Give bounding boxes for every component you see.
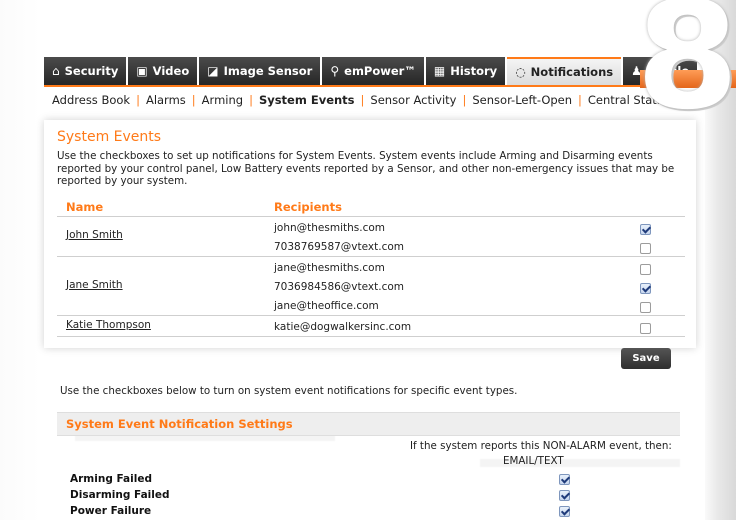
event-label: Arming Failed [70, 473, 152, 485]
tab-image-sensor[interactable]: ◪ Image Sensor [199, 57, 321, 85]
contact-name[interactable]: John Smith [66, 229, 123, 241]
recipient-address: 7036984586@vtext.com [274, 281, 405, 293]
recipient-address: katie@dogwalkersinc.com [274, 321, 412, 333]
recipient-checkbox[interactable] [640, 224, 651, 235]
recipient-address: jane@thesmiths.com [274, 262, 385, 274]
recipient-address: jane@theoffice.com [274, 300, 379, 312]
sub-navigation: Address Book | Alarms | Arming | System Events… [52, 93, 674, 107]
subnav-item-alarms[interactable]: Alarms [146, 93, 186, 107]
tab-label: Image Sensor [223, 64, 313, 78]
recipient-address: 7038769587@vtext.com [274, 241, 405, 253]
event-label: Disarming Failed [70, 489, 170, 501]
subnav-item-arming[interactable]: Arming [202, 93, 243, 107]
tab-label: emPower™ [344, 64, 416, 78]
event-label: Power Failure [70, 505, 152, 517]
tab-icon: ◌ [515, 65, 526, 79]
tab-bar-underline [44, 85, 694, 87]
recipient-checkbox[interactable] [640, 302, 651, 313]
event-email-checkbox[interactable] [559, 490, 570, 501]
badge-number: 8 [640, 0, 736, 140]
tab-label: History [450, 64, 498, 78]
settings-condition-text: If the system reports this NON-ALARM eve… [410, 440, 672, 452]
panel-title: System Events [57, 129, 162, 145]
subnav-item-address-book[interactable]: Address Book [52, 93, 130, 107]
table-row-divider [57, 216, 685, 217]
contact-name[interactable]: Jane Smith [66, 279, 123, 291]
settings-column-email-text: EMAIL/TEXT [503, 455, 564, 467]
tab-icon: ◪ [207, 64, 219, 78]
recipient-checkbox[interactable] [640, 283, 651, 294]
recipient-checkbox[interactable] [640, 264, 651, 275]
subnav-item-system-events[interactable]: System Events [259, 93, 355, 107]
subnav-separator: | [191, 93, 196, 107]
column-header-recipients: Recipients [274, 200, 342, 214]
subnav-separator: | [136, 93, 140, 107]
table-row-divider [57, 315, 685, 316]
tab-empower[interactable]: ⚲ emPower™ [322, 57, 424, 85]
settings-header-bar: System Event Notification Settings [57, 412, 680, 436]
background-shade-left [0, 0, 40, 520]
system-events-panel: System Events Use the checkboxes to set … [44, 120, 696, 348]
step-badge: 8 [640, 0, 736, 140]
contact-name[interactable]: Katie Thompson [66, 319, 151, 331]
subnav-separator: | [462, 93, 467, 107]
tab-security[interactable]: ⌂ Security [44, 57, 127, 85]
tab-history[interactable]: ▦ History [425, 57, 506, 85]
settings-title: System Event Notification Settings [66, 417, 293, 431]
event-email-checkbox[interactable] [559, 506, 570, 517]
subnav-separator: | [249, 93, 253, 107]
tab-label: Notifications [530, 65, 614, 79]
subnav-item-sensor-left-open[interactable]: Sensor-Left-Open [472, 93, 572, 107]
subnav-separator: | [360, 93, 365, 107]
subnav-separator: | [578, 93, 582, 107]
tab-icon: ▦ [433, 64, 446, 78]
tab-notifications[interactable]: ◌ Notifications [507, 57, 622, 85]
table-row-divider [57, 256, 685, 257]
event-email-checkbox[interactable] [559, 474, 570, 485]
panel-description: Use the checkboxes to set up notificatio… [57, 150, 675, 187]
tab-icon: ⌂ [52, 64, 60, 78]
column-header-name: Name [66, 200, 104, 214]
save-button[interactable]: Save [621, 348, 671, 369]
main-tab-bar: ⌂ Security ▣ Video ◪ Image Sensor ⚲ emPower™ ▦ Hi… [44, 57, 699, 85]
event-settings-intro: Use the checkboxes below to turn on syst… [60, 385, 518, 397]
tab-icon: ⚲ [330, 64, 340, 78]
tab-video[interactable]: ▣ Video [128, 57, 198, 85]
tab-label: Video [152, 64, 190, 78]
subnav-item-sensor-activity[interactable]: Sensor Activity [370, 93, 456, 107]
recipient-checkbox[interactable] [640, 323, 651, 334]
tab-icon: ▣ [136, 64, 148, 78]
tab-label: Security [64, 64, 119, 78]
table-row-divider [57, 336, 685, 337]
recipient-address: john@thesmiths.com [274, 222, 386, 234]
recipient-checkbox[interactable] [640, 243, 651, 254]
